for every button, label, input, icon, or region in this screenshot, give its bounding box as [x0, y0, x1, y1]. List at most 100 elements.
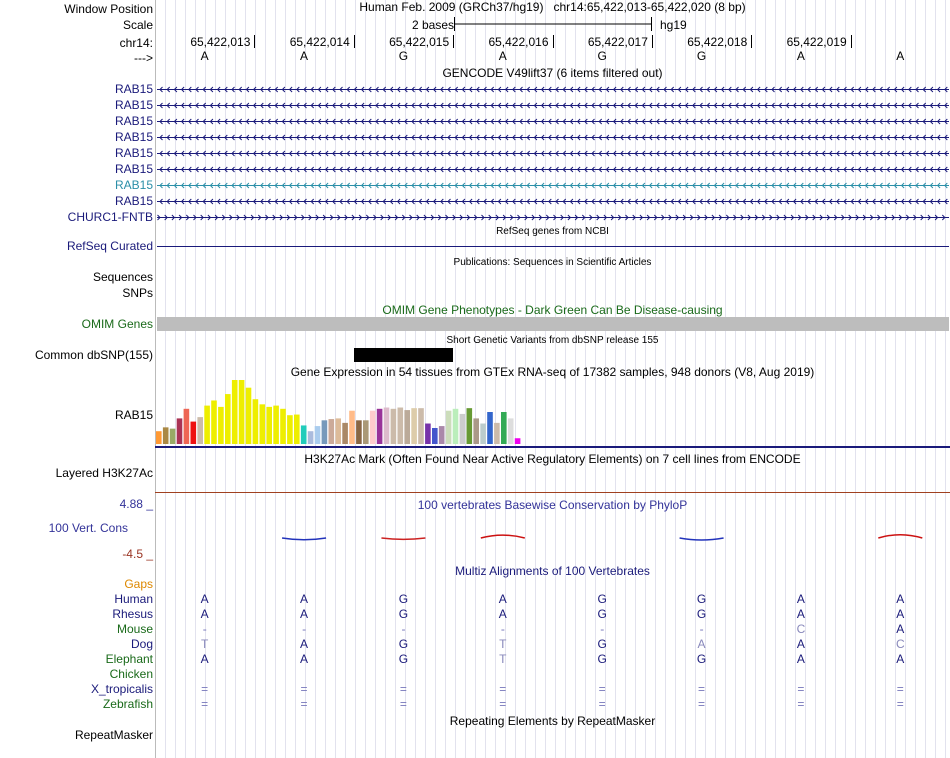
multiz-species-label[interactable]: Zebrafish [103, 697, 153, 711]
gtex-tissue-bar[interactable] [452, 408, 459, 444]
publications-snps-label[interactable]: SNPs [122, 286, 153, 300]
gtex-bar-graph[interactable] [0, 378, 950, 448]
gtex-tissue-bar[interactable] [259, 404, 266, 444]
gtex-tissue-bar[interactable] [156, 431, 162, 444]
multiz-base: T [201, 637, 209, 651]
phylop-score-mark[interactable] [381, 537, 426, 541]
phylop-score-mark[interactable] [878, 533, 923, 539]
multiz-species-label[interactable]: Dog [131, 637, 153, 651]
gtex-tissue-bar[interactable] [363, 420, 369, 444]
phylop-score-mark[interactable] [679, 537, 724, 541]
phylop-score-mark[interactable] [480, 534, 526, 539]
gtex-tissue-bar[interactable] [390, 408, 397, 444]
gtex-tissue-bar[interactable] [411, 408, 417, 444]
multiz-species-label[interactable]: Elephant [106, 652, 153, 666]
repeatmasker-label[interactable]: RepeatMasker [75, 728, 153, 742]
gtex-tissue-bar[interactable] [314, 426, 321, 444]
gencode-transcript-line[interactable] [157, 102, 949, 109]
gtex-tissue-bar[interactable] [273, 405, 279, 444]
gtex-tissue-bar[interactable] [300, 425, 307, 444]
multiz-base: G [597, 607, 607, 621]
gtex-tissue-bar[interactable] [356, 420, 362, 444]
gtex-tissue-bar[interactable] [225, 394, 231, 444]
gtex-tissue-bar[interactable] [404, 410, 410, 444]
gtex-tissue-bar[interactable] [466, 408, 473, 444]
gtex-tissue-bar[interactable] [397, 407, 404, 444]
gtex-tissue-bar[interactable] [487, 412, 493, 444]
multiz-base: = [698, 682, 706, 696]
gencode-transcript-line[interactable] [157, 86, 949, 93]
gtex-tissue-bar[interactable] [459, 413, 466, 444]
gtex-tissue-bar[interactable] [266, 406, 272, 444]
gtex-tissue-bar[interactable] [349, 410, 355, 444]
gencode-transcript-line[interactable] [157, 134, 949, 141]
multiz-species-label[interactable]: Chicken [110, 667, 153, 681]
ruler-position: 65,422,017 [587, 35, 648, 49]
h3k27ac-label[interactable]: Layered H3K27Ac [56, 466, 153, 480]
dbsnp-title: Short Genetic Variants from dbSNP releas… [446, 335, 659, 346]
gtex-tissue-bar[interactable] [211, 400, 217, 444]
gaps-label[interactable]: Gaps [124, 577, 153, 591]
gtex-tissue-bar[interactable] [514, 438, 521, 444]
gtex-tissue-bar[interactable] [335, 418, 341, 444]
gtex-tissue-bar[interactable] [438, 426, 445, 444]
multiz-base: - [600, 622, 605, 636]
multiz-base: - [302, 622, 307, 636]
multiz-base: = [896, 697, 904, 711]
gtex-tissue-bar[interactable] [287, 415, 293, 444]
multiz-base: = [698, 697, 706, 711]
gtex-tissue-bar[interactable] [369, 410, 376, 444]
omim-label[interactable]: OMIM Genes [82, 317, 153, 331]
gencode-transcript-line[interactable] [157, 118, 949, 125]
multiz-species-label[interactable]: Mouse [117, 622, 153, 636]
gencode-transcript-line[interactable] [157, 166, 949, 173]
gtex-tissue-bar[interactable] [425, 423, 431, 444]
gtex-tissue-bar[interactable] [480, 423, 486, 444]
omim-phenotype-bar[interactable] [157, 317, 949, 331]
gtex-tissue-bar[interactable] [176, 418, 183, 444]
gtex-tissue-bar[interactable] [321, 420, 328, 444]
gtex-tissue-bar[interactable] [328, 419, 335, 444]
gtex-tissue-bar[interactable] [169, 428, 176, 444]
gencode-transcript-line[interactable] [157, 150, 949, 157]
gtex-tissue-bar[interactable] [218, 406, 224, 444]
gencode-transcripts[interactable] [0, 80, 950, 230]
gtex-tissue-bar[interactable] [183, 408, 190, 444]
gtex-tissue-bar[interactable] [245, 387, 252, 444]
refseq-label[interactable]: RefSeq Curated [67, 239, 153, 253]
gencode-transcript-line[interactable] [157, 198, 949, 205]
dbsnp-variant-bar[interactable] [354, 348, 453, 362]
gtex-tissue-bar[interactable] [501, 412, 507, 444]
gtex-tissue-bar[interactable] [376, 408, 383, 444]
gtex-tissue-bar[interactable] [190, 421, 197, 444]
gtex-tissue-bar[interactable] [280, 408, 286, 444]
multiz-species-label[interactable]: X_tropicalis [91, 682, 153, 696]
gtex-tissue-bar[interactable] [473, 418, 479, 444]
gtex-tissue-bar[interactable] [197, 417, 203, 444]
dbsnp-label[interactable]: Common dbSNP(155) [35, 348, 153, 362]
multiz-species-label[interactable]: Human [114, 592, 153, 606]
refseq-gene-line[interactable] [157, 246, 949, 247]
gtex-tissue-bar[interactable] [342, 422, 348, 444]
multiz-base: A [796, 637, 805, 651]
gtex-tissue-bar[interactable] [294, 414, 300, 444]
gtex-tissue-bar[interactable] [238, 380, 245, 444]
publications-sequences-label[interactable]: Sequences [93, 270, 153, 284]
gtex-tissue-bar[interactable] [204, 405, 210, 444]
multiz-base: - [500, 622, 505, 636]
gtex-tissue-bar[interactable] [383, 407, 390, 444]
multiz-species-label[interactable]: Rhesus [112, 607, 153, 621]
gtex-tissue-bar[interactable] [418, 408, 424, 444]
gencode-transcript-line[interactable] [157, 182, 949, 189]
phylop-graph[interactable] [0, 505, 950, 565]
phylop-score-mark[interactable] [281, 537, 327, 541]
gtex-tissue-bar[interactable] [162, 427, 169, 444]
gtex-tissue-bar[interactable] [432, 428, 438, 444]
gtex-tissue-bar[interactable] [494, 422, 500, 444]
gtex-tissue-bar[interactable] [231, 380, 238, 444]
gtex-tissue-bar[interactable] [507, 418, 514, 444]
gencode-transcript-line[interactable] [157, 214, 949, 221]
gtex-tissue-bar[interactable] [307, 431, 314, 444]
gtex-tissue-bar[interactable] [445, 410, 452, 444]
gtex-tissue-bar[interactable] [252, 399, 259, 444]
